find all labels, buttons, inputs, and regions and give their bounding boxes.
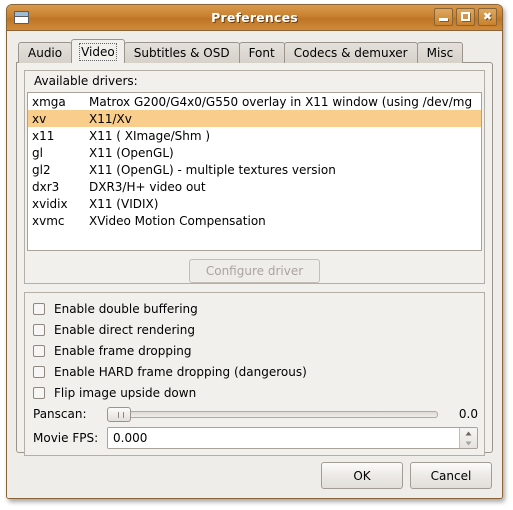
movie-fps-stepper	[459, 428, 477, 448]
dialog-body: Audio Video Subtitles & OSD Font Codecs …	[7, 31, 502, 498]
checkbox-row-frame-dropping[interactable]: Enable frame dropping	[31, 340, 478, 361]
tab-subtitles-osd-label: Subtitles & OSD	[133, 46, 230, 60]
tab-codecs-demuxer[interactable]: Codecs & demuxer	[283, 42, 418, 63]
driver-name: x11	[32, 128, 55, 143]
panscan-slider[interactable]	[107, 406, 438, 422]
tab-codecs-demuxer-label: Codecs & demuxer	[293, 46, 408, 60]
window-controls: ✖	[434, 8, 497, 26]
driver-description: X11 ( XImage/Shm )	[89, 128, 211, 143]
driver-name: gl	[32, 145, 43, 160]
driver-description: X11/Xv	[89, 111, 132, 126]
configure-driver-row: Configure driver	[25, 259, 484, 283]
spinner-up-icon[interactable]	[460, 428, 477, 438]
driver-name: gl2	[32, 162, 51, 177]
preferences-notebook: Audio Video Subtitles & OSD Font Codecs …	[16, 39, 493, 456]
checkbox-double-buffering[interactable]	[33, 302, 45, 315]
list-item[interactable]: xvmc XVideo Motion Compensation	[28, 212, 481, 229]
checkbox-row-direct-rendering[interactable]: Enable direct rendering	[31, 319, 478, 340]
checkbox-frame-dropping[interactable]	[33, 344, 45, 357]
checkbox-row-flip-image[interactable]: Flip image upside down	[31, 382, 478, 403]
available-drivers-label: Available drivers:	[25, 71, 484, 92]
checkbox-flip-image-label: Flip image upside down	[54, 385, 197, 400]
window-icon	[14, 11, 29, 24]
available-drivers-frame: Available drivers: xmga Matrox G200/G4x0…	[24, 70, 485, 284]
list-item[interactable]: gl X11 (OpenGL)	[28, 144, 481, 161]
list-item[interactable]: xv X11/Xv	[28, 110, 481, 127]
tab-strip: Audio Video Subtitles & OSD Font Codecs …	[16, 39, 493, 63]
list-item[interactable]: x11 X11 ( XImage/Shm )	[28, 127, 481, 144]
video-options-frame: Enable double buffering Enable direct re…	[24, 292, 485, 456]
ok-button[interactable]: OK	[321, 462, 403, 489]
movie-fps-label: Movie FPS:	[33, 431, 99, 445]
checkbox-double-buffering-label: Enable double buffering	[54, 301, 198, 316]
list-item[interactable]: dxr3 DXR3/H+ video out	[28, 178, 481, 195]
spinner-down-icon[interactable]	[460, 438, 477, 448]
close-icon: ✖	[482, 10, 493, 23]
panscan-value: 0.0	[458, 407, 478, 421]
list-item[interactable]: xvidix X11 (VIDIX)	[28, 195, 481, 212]
preferences-window: Preferences ✖ Audio Video Subtitles & OS…	[6, 4, 503, 499]
close-button[interactable]: ✖	[478, 8, 497, 26]
checkbox-direct-rendering-label: Enable direct rendering	[54, 322, 195, 337]
checkbox-frame-dropping-label: Enable frame dropping	[54, 343, 192, 358]
tab-audio[interactable]: Audio	[18, 42, 73, 63]
cancel-button[interactable]: Cancel	[410, 462, 492, 489]
minimize-icon	[439, 18, 448, 21]
minimize-button[interactable]	[434, 8, 453, 26]
window-title: Preferences	[211, 10, 298, 25]
driver-description: DXR3/H+ video out	[89, 179, 206, 194]
driver-description: XVideo Motion Compensation	[89, 213, 266, 228]
driver-name: xmga	[32, 94, 66, 109]
panscan-slider-handle[interactable]	[107, 406, 131, 422]
dialog-action-buttons: OK Cancel	[16, 462, 493, 489]
list-item[interactable]: gl2 X11 (OpenGL) - multiple textures ver…	[28, 161, 481, 178]
maximize-icon	[461, 12, 470, 21]
driver-name: xvidix	[32, 196, 68, 211]
window-titlebar[interactable]: Preferences ✖	[7, 5, 502, 31]
checkbox-hard-frame-dropping[interactable]	[33, 365, 45, 378]
list-item[interactable]: xmga Matrox G200/G4x0/G550 overlay in X1…	[28, 93, 481, 110]
tab-video[interactable]: Video	[71, 39, 125, 63]
tab-misc[interactable]: Misc	[416, 42, 464, 63]
checkbox-hard-frame-dropping-label: Enable HARD frame dropping (dangerous)	[54, 364, 307, 379]
drivers-list[interactable]: xmga Matrox G200/G4x0/G550 overlay in X1…	[27, 92, 482, 251]
movie-fps-input[interactable]	[108, 428, 459, 448]
driver-name: xvmc	[32, 213, 65, 228]
checkbox-row-double-buffering[interactable]: Enable double buffering	[31, 298, 478, 319]
driver-name: xv	[32, 111, 47, 126]
movie-fps-row: Movie FPS:	[31, 427, 478, 449]
driver-description: X11 (OpenGL) - multiple textures version	[89, 162, 336, 177]
movie-fps-spinner[interactable]	[107, 427, 478, 449]
driver-description: X11 (OpenGL)	[89, 145, 174, 160]
tab-misc-label: Misc	[426, 46, 454, 60]
tab-video-label: Video	[79, 42, 117, 61]
tab-subtitles-osd[interactable]: Subtitles & OSD	[123, 42, 240, 63]
tab-font-label: Font	[248, 46, 275, 60]
checkbox-row-hard-frame-dropping[interactable]: Enable HARD frame dropping (dangerous)	[31, 361, 478, 382]
configure-driver-button[interactable]: Configure driver	[189, 259, 320, 283]
tab-font[interactable]: Font	[238, 42, 285, 63]
maximize-button[interactable]	[456, 8, 475, 26]
checkbox-flip-image[interactable]	[33, 386, 45, 399]
panscan-row: Panscan: 0.0	[31, 403, 478, 425]
tab-audio-label: Audio	[28, 46, 63, 60]
checkbox-direct-rendering[interactable]	[33, 323, 45, 336]
driver-name: dxr3	[32, 179, 60, 194]
video-tab-page: Available drivers: xmga Matrox G200/G4x0…	[16, 62, 493, 456]
panscan-label: Panscan:	[33, 407, 87, 421]
driver-description: X11 (VIDIX)	[89, 196, 159, 211]
driver-description: Matrox G200/G4x0/G550 overlay in X11 win…	[89, 94, 473, 109]
